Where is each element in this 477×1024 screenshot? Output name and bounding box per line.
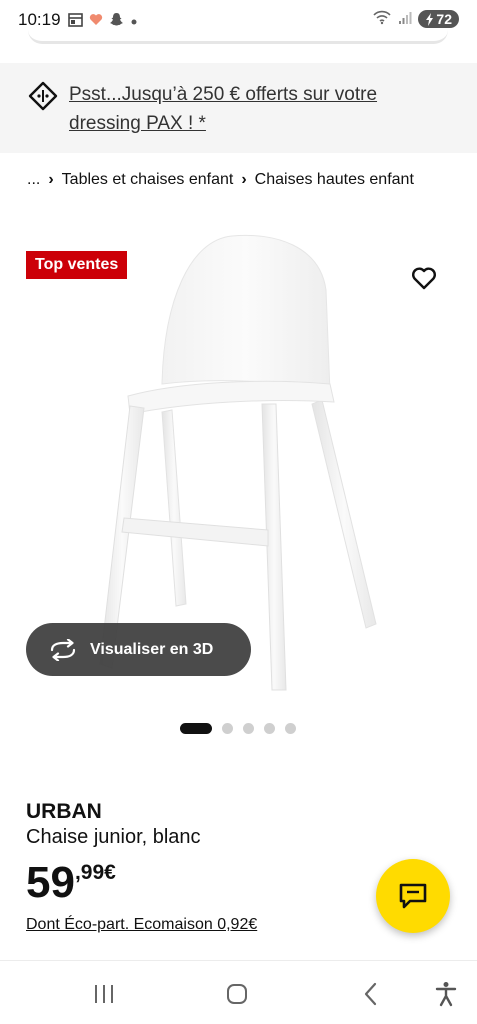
breadcrumb: ... › Tables et chaises enfant › Chaises… [27,171,414,189]
chat-icon [399,883,427,909]
favorite-button[interactable] [410,264,438,292]
back-icon [364,982,377,1006]
breadcrumb-item-tables-chaises[interactable]: Tables et chaises enfant [62,171,234,189]
snapchat-icon [109,12,124,30]
wifi-icon [372,10,392,28]
carousel-dot-3[interactable] [243,723,254,734]
system-nav-bar [0,962,477,1024]
recent-apps-icon [95,985,113,1003]
breadcrumb-item-chaises-hautes[interactable]: Chaises hautes enfant [255,171,414,189]
heart-icon [412,267,436,290]
product-price: 59 ,99€ [26,858,116,908]
back-button[interactable] [356,979,386,1009]
ecopart-link[interactable]: Dont Éco-part. Ecomaison 0,92€ [26,916,257,934]
status-system-icons: 72 [372,10,459,28]
recent-apps-button[interactable] [89,979,119,1009]
chat-button[interactable] [376,859,450,933]
carousel-dot-1[interactable] [180,723,212,734]
product-description: Chaise junior, blanc [26,826,201,848]
top-ventes-badge: Top ventes [26,251,128,279]
visualize-3d-button[interactable]: Visualiser en 3D [26,623,251,676]
battery-level: 72 [436,11,452,27]
dot-icon [130,13,138,29]
home-button[interactable] [222,979,252,1009]
carousel-indicator [180,723,296,734]
divider [0,960,477,961]
heart-app-icon [89,13,103,29]
promo-banner[interactable]: Psst...Jusqu’à 250 € offerts sur votre d… [0,63,477,153]
visualize-3d-label: Visualiser en 3D [90,640,214,658]
breadcrumb-separator: › [241,171,247,188]
carousel-dot-2[interactable] [222,723,233,734]
carousel-dot-4[interactable] [264,723,275,734]
product-name: URBAN [26,800,102,823]
breadcrumb-separator: › [48,171,54,188]
home-icon [227,984,247,1004]
carousel-dot-5[interactable] [285,723,296,734]
promo-link[interactable]: Psst...Jusqu’à 250 € offerts sur votre d… [69,80,429,138]
price-decimal: ,99€ [74,861,116,884]
calendar-icon [68,12,83,30]
breadcrumb-ellipsis[interactable]: ... [27,171,40,189]
status-notification-icons [68,12,138,30]
accessibility-button[interactable] [431,979,461,1009]
signal-icon [398,11,412,28]
status-time: 10:19 [18,10,61,29]
price-integer: 59 [26,858,75,907]
rotate-3d-icon [50,638,76,661]
battery-icon: 72 [418,10,459,28]
accessibility-icon [435,982,457,1007]
price-tag-icon [28,81,58,111]
search-bar-edge [28,30,448,44]
